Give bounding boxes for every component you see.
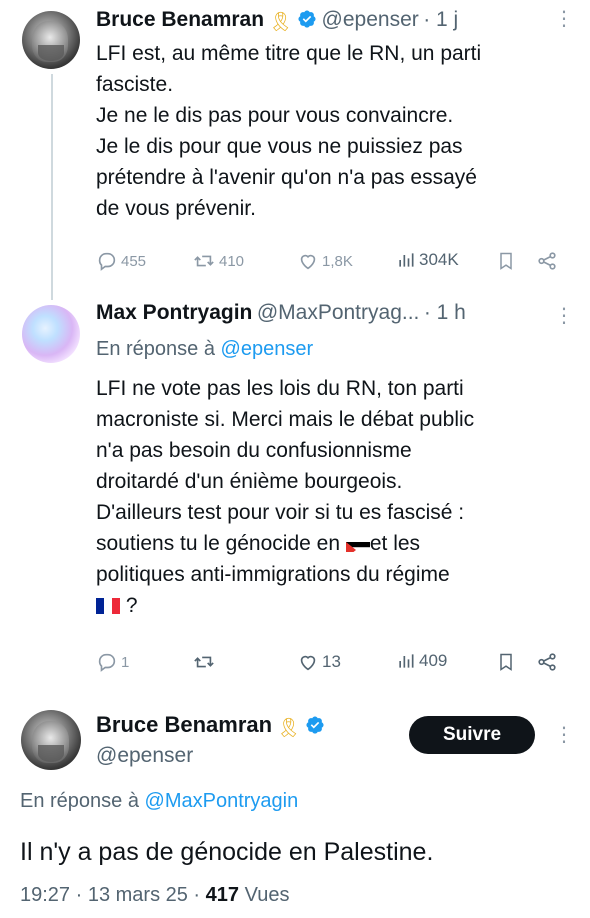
views-count: 304K — [419, 250, 459, 269]
like-button[interactable]: 1,8K — [297, 250, 353, 272]
tweet-line: prétendre à l'avenir qu'on n'a pas essay… — [96, 166, 477, 189]
bookmark-button[interactable] — [496, 250, 516, 272]
tweet-actions: 455 410 1,8K 304K — [96, 250, 566, 280]
avatar-bruce-benamran[interactable] — [22, 11, 80, 69]
tweet-line: fasciste. — [96, 73, 174, 96]
tweet-line: soutiens tu le génocide en et les — [96, 528, 576, 559]
yellow-ribbon-icon: 🎗 — [276, 717, 301, 739]
tweet-line: macroniste si. Merci mais le débat publi… — [96, 408, 475, 431]
views-button[interactable]: 409 — [396, 651, 447, 671]
repost-button[interactable]: 410 — [192, 250, 244, 272]
views-icon — [399, 253, 414, 267]
tweet-actions: 1 13 409 — [96, 651, 566, 681]
author-handle[interactable]: @epenser — [96, 744, 193, 768]
repost-icon — [194, 656, 214, 668]
share-button[interactable] — [536, 250, 558, 272]
reply-icon — [98, 653, 116, 672]
bookmark-icon — [500, 252, 512, 270]
reply-handle-link[interactable]: @epenser — [221, 338, 314, 360]
author-name[interactable]: Bruce Benamran — [96, 712, 272, 737]
tweet-header: Bruce Benamran 🎗 @epenser · 1 j — [96, 8, 458, 36]
tweet-line: Je ne le dis pas pour vous convaincre. — [96, 104, 454, 127]
views-label: Vues — [244, 884, 290, 906]
follow-button[interactable]: Suivre — [409, 716, 535, 754]
heart-icon — [300, 254, 316, 270]
tweet-text: LFI ne vote pas les lois du RN, ton part… — [96, 373, 576, 621]
tweet-text: LFI est, au même titre que le RN, un par… — [96, 38, 576, 224]
share-button[interactable] — [536, 651, 558, 673]
reply-icon — [98, 252, 116, 271]
bookmark-button[interactable] — [496, 651, 516, 673]
avatar-max-pontryagin[interactable] — [22, 305, 80, 363]
verified-badge-icon — [305, 715, 325, 740]
share-icon — [538, 252, 556, 270]
views-count: 417 — [205, 884, 240, 906]
palestine-flag-icon — [345, 536, 370, 552]
tweet-text: Il n'y a pas de génocide en Palestine. — [20, 838, 434, 866]
tweet-line: n'a pas besoin du confusionnisme — [96, 439, 412, 462]
tweet-header: Max Pontryagin @MaxPontryag... · 1 h — [96, 301, 466, 329]
tweet-line: droitardé d'un énième bourgeois. — [96, 470, 403, 493]
thread-line — [51, 74, 53, 300]
reply-prefix: En réponse à — [20, 790, 139, 812]
views-count: 409 — [419, 651, 448, 670]
tweet-header: Bruce Benamran 🎗 — [96, 712, 325, 740]
tweet-time[interactable]: · 1 h — [424, 301, 466, 324]
reply-prefix: En réponse à — [96, 338, 215, 360]
more-options-icon[interactable]: ⋮ — [554, 303, 574, 328]
more-options-icon[interactable]: ⋮ — [554, 6, 574, 31]
tweet-meta: 19:27 · 13 mars 25 · 417 Vues — [20, 884, 289, 907]
reply-button[interactable]: 455 — [96, 250, 146, 272]
reply-button[interactable]: 1 — [96, 651, 129, 673]
reply-count: 1 — [121, 653, 130, 671]
tweet-line: ? — [96, 590, 576, 621]
more-options-icon[interactable]: ⋮ — [554, 722, 574, 747]
tweet-line: LFI ne vote pas les lois du RN, ton part… — [96, 377, 464, 400]
tweet-line: politiques anti-immigrations du régime — [96, 563, 450, 586]
reply-context: En réponse à @MaxPontryagin — [20, 790, 298, 813]
repost-icon — [194, 255, 214, 267]
author-name[interactable]: Bruce Benamran — [96, 8, 264, 31]
france-flag-icon — [96, 592, 120, 614]
reply-context: En réponse à @epenser — [96, 338, 313, 361]
author-name[interactable]: Max Pontryagin — [96, 301, 252, 324]
like-count: 13 — [322, 652, 341, 671]
views-icon — [399, 654, 414, 668]
like-count: 1,8K — [322, 252, 353, 270]
tweet-line: D'ailleurs test pour voir si tu es fasci… — [96, 501, 465, 524]
heart-icon — [300, 655, 316, 671]
share-icon — [538, 653, 556, 671]
yellow-ribbon-icon: 🎗 — [268, 11, 293, 33]
author-handle[interactable]: @MaxPontryag... — [257, 301, 420, 324]
verified-badge-icon — [297, 9, 317, 34]
repost-count: 410 — [219, 252, 245, 270]
tweet-line: Je le dis pour que vous ne puissiez pas — [96, 135, 463, 158]
reply-handle-link[interactable]: @MaxPontryagin — [145, 790, 299, 812]
tweet-time[interactable]: · 1 j — [423, 8, 458, 31]
tweet-line: de vous prévenir. — [96, 197, 256, 220]
reply-count: 455 — [121, 252, 147, 270]
tweet-timestamp[interactable]: 19:27 · 13 mars 25 · — [20, 884, 200, 906]
author-handle[interactable]: @epenser — [322, 8, 419, 31]
bookmark-icon — [500, 653, 512, 671]
like-button[interactable]: 13 — [297, 651, 341, 673]
tweet-line: LFI est, au même titre que le RN, un par… — [96, 42, 482, 65]
avatar-bruce-benamran[interactable] — [21, 710, 81, 770]
views-button[interactable]: 304K — [396, 250, 459, 270]
repost-button[interactable] — [192, 651, 219, 673]
